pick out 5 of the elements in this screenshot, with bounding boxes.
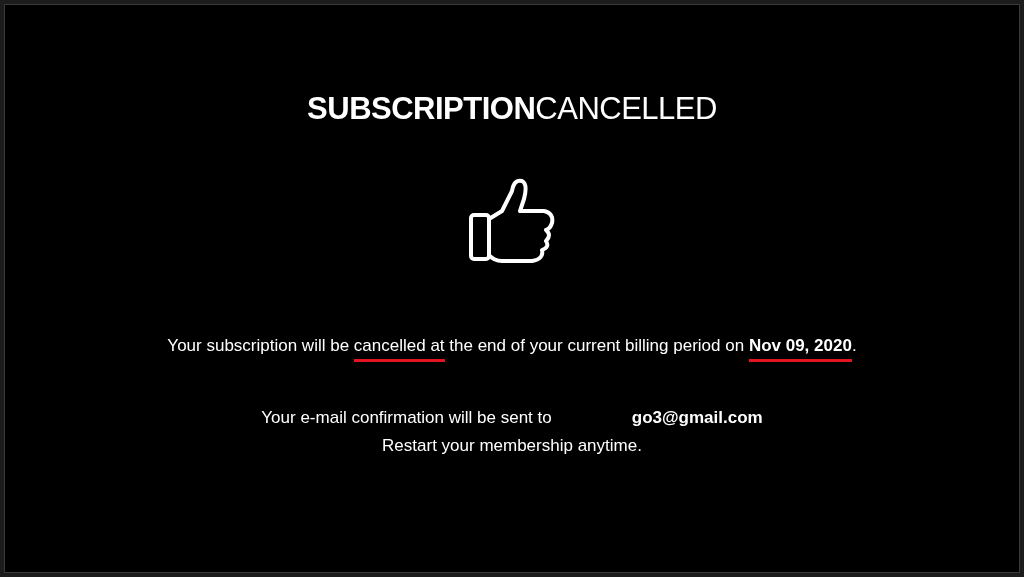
cancellation-message: Your subscription will be cancelled at the end of your current billing period on Nov 09, 2020. xyxy=(167,335,857,366)
confirmation-text: Your e-mail confirmation will be sent to xyxy=(261,407,552,429)
page-title: SUBSCRIPTIONCANCELLED xyxy=(307,90,717,128)
email-address: go3@gmail.com xyxy=(631,407,763,429)
restart-note: Restart your membership anytime. xyxy=(382,435,642,457)
